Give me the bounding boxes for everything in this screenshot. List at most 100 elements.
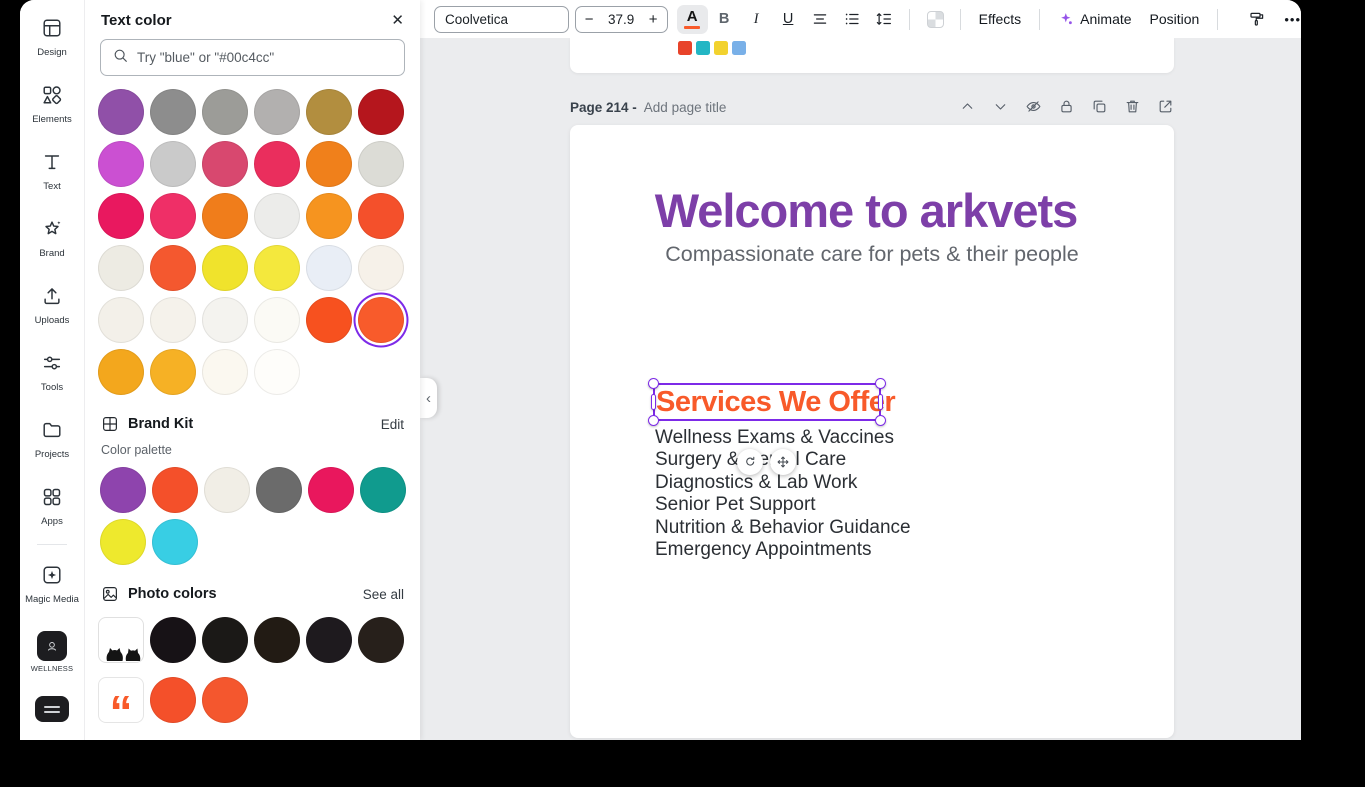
sidebar-item-projects[interactable]: Projects xyxy=(22,406,82,473)
text-color-button[interactable]: A xyxy=(676,4,708,34)
color-swatch[interactable] xyxy=(202,617,248,663)
color-swatch[interactable] xyxy=(306,617,352,663)
color-swatch[interactable] xyxy=(254,297,300,343)
page-content-square[interactable] xyxy=(714,41,728,55)
color-swatch[interactable] xyxy=(98,193,144,239)
color-swatch[interactable] xyxy=(202,193,248,239)
resize-handle-top-right[interactable] xyxy=(875,378,886,389)
previous-page-strip[interactable] xyxy=(570,38,1174,73)
color-swatch[interactable] xyxy=(358,193,404,239)
color-swatch[interactable] xyxy=(254,245,300,291)
italic-button[interactable]: I xyxy=(741,5,772,34)
color-swatch[interactable] xyxy=(360,467,406,513)
share-page-button[interactable] xyxy=(1156,98,1174,116)
bold-button[interactable]: B xyxy=(709,5,740,34)
hide-page-button[interactable] xyxy=(1024,98,1042,116)
resize-handle-bottom-right[interactable] xyxy=(875,415,886,426)
sidebar-item-magic-media[interactable]: Magic Media xyxy=(22,551,82,618)
position-button[interactable]: Position xyxy=(1141,5,1209,34)
color-swatch[interactable] xyxy=(100,519,146,565)
color-swatch[interactable] xyxy=(254,193,300,239)
color-swatch[interactable] xyxy=(358,245,404,291)
color-swatch[interactable] xyxy=(152,467,198,513)
move-page-up-button[interactable] xyxy=(958,98,976,116)
move-page-down-button[interactable] xyxy=(991,98,1009,116)
color-swatch[interactable] xyxy=(150,193,196,239)
color-swatch[interactable] xyxy=(100,467,146,513)
sidebar-item-design[interactable]: Design xyxy=(22,4,82,71)
color-swatch[interactable] xyxy=(254,141,300,187)
more-options-button[interactable]: ••• xyxy=(1284,12,1301,27)
page-heading-text[interactable]: Welcome to arkvets xyxy=(570,183,1162,238)
color-swatch[interactable] xyxy=(254,349,300,395)
color-swatch[interactable] xyxy=(150,617,196,663)
color-swatch-selected[interactable] xyxy=(358,297,404,343)
color-swatch[interactable] xyxy=(98,141,144,187)
color-swatch[interactable] xyxy=(204,467,250,513)
text-align-button[interactable] xyxy=(805,5,836,34)
close-icon[interactable]: ✕ xyxy=(391,11,404,29)
color-swatch[interactable] xyxy=(150,677,196,723)
duplicate-page-button[interactable] xyxy=(1090,98,1108,116)
color-swatch[interactable] xyxy=(202,245,248,291)
brand-kit-edit-button[interactable]: Edit xyxy=(381,417,404,432)
service-line[interactable]: Wellness Exams & Vaccines xyxy=(655,427,911,449)
design-page[interactable]: Welcome to arkvets Compassionate care fo… xyxy=(570,125,1174,738)
color-swatch[interactable] xyxy=(98,297,144,343)
lock-page-button[interactable] xyxy=(1057,98,1075,116)
font-size-decrease-button[interactable]: − xyxy=(576,11,603,28)
resize-handle-bottom-left[interactable] xyxy=(648,415,659,426)
resize-handle-right[interactable] xyxy=(878,394,883,410)
sidebar-item-brand[interactable]: Brand xyxy=(22,205,82,272)
photo-colors-see-all-button[interactable]: See all xyxy=(363,587,404,602)
line-spacing-button[interactable] xyxy=(869,5,900,34)
color-swatch[interactable] xyxy=(202,297,248,343)
color-swatch[interactable] xyxy=(150,89,196,135)
resize-handle-top-left[interactable] xyxy=(648,378,659,389)
color-swatch[interactable] xyxy=(98,245,144,291)
color-swatch[interactable] xyxy=(358,617,404,663)
sidebar-item-tools[interactable]: Tools xyxy=(22,339,82,406)
color-swatch[interactable] xyxy=(358,141,404,187)
color-swatch[interactable] xyxy=(306,245,352,291)
effects-button[interactable]: Effects xyxy=(970,5,1031,34)
page-title-input[interactable]: Add page title xyxy=(644,100,727,115)
service-line[interactable]: Diagnostics & Lab Work xyxy=(655,472,911,494)
color-swatch[interactable] xyxy=(306,193,352,239)
color-swatch[interactable] xyxy=(202,677,248,723)
color-swatch[interactable] xyxy=(306,89,352,135)
quote-graphic-thumbnail[interactable]: “ xyxy=(98,677,144,723)
color-swatch[interactable] xyxy=(150,245,196,291)
search-input[interactable] xyxy=(137,50,393,65)
delete-page-button[interactable] xyxy=(1123,98,1141,116)
page-content-square[interactable] xyxy=(732,41,746,55)
page-content-square[interactable] xyxy=(678,41,692,55)
service-line[interactable]: Nutrition & Behavior Guidance xyxy=(655,517,911,539)
color-swatch[interactable] xyxy=(150,349,196,395)
photo-source-thumbnail[interactable] xyxy=(98,617,144,663)
color-swatch[interactable] xyxy=(308,467,354,513)
sidebar-item-template-partial[interactable] xyxy=(22,685,82,733)
font-family-selector[interactable]: Coolvetica xyxy=(434,5,569,33)
sidebar-item-uploads[interactable]: Uploads xyxy=(22,272,82,339)
color-swatch[interactable] xyxy=(306,141,352,187)
sidebar-item-elements[interactable]: Elements xyxy=(22,71,82,138)
color-swatch[interactable] xyxy=(306,297,352,343)
selected-heading-text[interactable]: Services We Offer xyxy=(656,386,896,418)
color-swatch[interactable] xyxy=(358,89,404,135)
service-line[interactable]: Emergency Appointments xyxy=(655,539,911,561)
color-swatch[interactable] xyxy=(202,89,248,135)
underline-button[interactable]: U xyxy=(773,5,804,34)
service-line[interactable]: Senior Pet Support xyxy=(655,494,911,516)
color-swatch[interactable] xyxy=(98,89,144,135)
color-swatch[interactable] xyxy=(150,297,196,343)
panel-collapse-button[interactable]: ‹ xyxy=(420,378,437,418)
selected-text-box[interactable]: Services We Offer xyxy=(648,378,896,426)
color-swatch[interactable] xyxy=(254,617,300,663)
sidebar-item-apps[interactable]: Apps xyxy=(22,473,82,540)
color-swatch[interactable] xyxy=(202,349,248,395)
color-swatch[interactable] xyxy=(254,89,300,135)
sidebar-item-text[interactable]: Text xyxy=(22,138,82,205)
page-subtitle-text[interactable]: Compassionate care for pets & their peop… xyxy=(570,242,1174,267)
move-handle[interactable] xyxy=(770,449,796,475)
